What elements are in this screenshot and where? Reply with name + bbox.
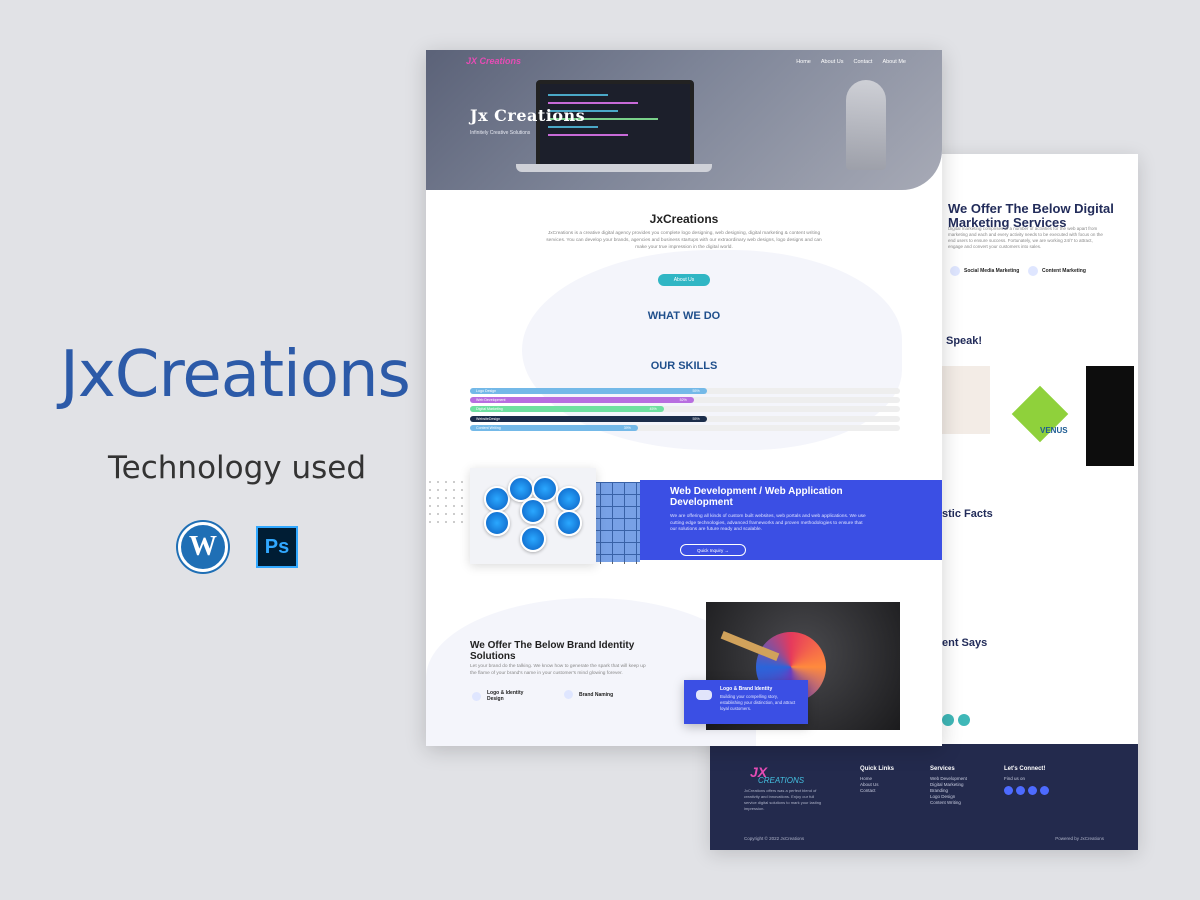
skill-percent: 39% xyxy=(623,425,631,430)
skill-fill xyxy=(470,388,707,394)
linkedin-icon[interactable] xyxy=(1040,786,1049,795)
section-fragment-facts: stic Facts xyxy=(942,508,993,520)
client-venus-label: VENUS xyxy=(1040,426,1068,435)
logo-card-text: Building your compelling story, establis… xyxy=(720,694,796,711)
hero-banner: JX Creations Home About Us Contact About… xyxy=(426,50,942,190)
hex-icon xyxy=(484,486,510,512)
social-icons xyxy=(942,714,970,726)
brand-naming-icon xyxy=(564,690,573,699)
footer-social-icons xyxy=(1004,786,1049,795)
skill-percent: 55% xyxy=(692,416,700,421)
brand-identity-text: Let your brand do the talking. We know h… xyxy=(470,664,646,676)
logo-card-title: Logo & Brand Identity xyxy=(720,686,773,692)
skill-name: Logo Design xyxy=(476,389,497,393)
footer-description: JxCreations offers was a perfect blend o… xyxy=(744,788,822,811)
what-we-do-heading: WHAT WE DO xyxy=(647,310,721,322)
twitter-icon[interactable] xyxy=(1016,786,1025,795)
brand-identity-title: We Offer The Below Brand Identity Soluti… xyxy=(470,640,635,662)
content-icon xyxy=(1028,266,1038,276)
logo-design-icon xyxy=(472,691,481,701)
hex-icon xyxy=(556,486,582,512)
skill-name: Digital Marketing xyxy=(476,407,503,412)
hex-icon xyxy=(484,510,510,536)
web-development-card: Web Development / Web Application Develo… xyxy=(640,480,942,560)
intro-title: JxCreations xyxy=(649,212,719,226)
skill-bar: Digital Marketing 45% xyxy=(470,406,900,413)
skill-name: WebsiteDesign xyxy=(476,416,501,421)
service-content-marketing: Content Marketing xyxy=(1028,266,1086,276)
photoshop-icon: Ps xyxy=(256,526,298,568)
about-us-button[interactable]: About Us xyxy=(658,274,710,286)
service-social-media: Social Media Marketing xyxy=(950,266,1019,276)
footer-connect: Let's Connect! Find us on xyxy=(1004,766,1046,781)
intro-text: JxCreations is a creative digital agency… xyxy=(546,231,822,250)
skill-bar: WebsiteDesign 55% xyxy=(470,415,900,422)
facebook-icon[interactable] xyxy=(1004,786,1013,795)
dot-pattern xyxy=(426,478,466,528)
web-development-title: Web Development / Web Application Develo… xyxy=(670,486,843,508)
hex-icon xyxy=(556,510,582,536)
nav-about-me[interactable]: About Me xyxy=(882,59,906,65)
footer-copyright: Copyright © 2022 JxCreations xyxy=(744,836,805,841)
skill-percent: 55% xyxy=(692,389,700,393)
site-logo[interactable]: JX Creations xyxy=(466,56,521,66)
lamp-image xyxy=(846,80,886,170)
showcase-subtitle: Technology used xyxy=(108,450,367,486)
main-nav: Home About Us Contact About Me xyxy=(796,59,906,65)
footer-service-content[interactable]: Content Writing xyxy=(930,800,967,806)
skill-bar: Content Writing 39% xyxy=(470,424,900,431)
brand-item-naming: Brand Naming xyxy=(564,690,613,699)
github-icon[interactable] xyxy=(942,714,954,726)
our-skills-heading: OUR SKILLS xyxy=(650,360,718,372)
hex-icon xyxy=(520,498,546,524)
client-logo-3 xyxy=(1086,366,1134,466)
tech-hex-image xyxy=(470,468,596,564)
skill-name: Content Writing xyxy=(476,425,501,430)
whatsapp-icon[interactable] xyxy=(958,714,970,726)
nav-contact[interactable]: Contact xyxy=(853,59,872,65)
footer-link-contact[interactable]: Contact xyxy=(860,788,894,794)
hero-title: Jx Creations xyxy=(470,106,586,125)
hex-icon xyxy=(520,526,546,552)
nav-home[interactable]: Home xyxy=(796,59,811,65)
skill-name: Web Development xyxy=(476,398,506,403)
logo-card-icon xyxy=(696,690,712,700)
footer-quick-links: Quick Links Home About Us Contact xyxy=(860,766,895,794)
digital-services-text: Digital marketing comprises of a number … xyxy=(948,226,1103,249)
skill-bar: Logo Design 55% xyxy=(470,388,900,394)
skill-percent: 52% xyxy=(679,398,687,403)
hero-subtitle: Infinitely Creative Solutions xyxy=(470,130,531,136)
tech-icons: W Ps xyxy=(178,522,298,572)
section-fragment-speak: Speak! xyxy=(946,335,983,347)
skill-percent: 45% xyxy=(649,407,657,412)
web-development-text: We are offering all kinds of custom buil… xyxy=(670,514,866,532)
showcase-title: JxCreations xyxy=(60,338,411,412)
skills-list: Logo Design 55% Web Development 52% Digita… xyxy=(470,388,900,434)
quick-inquiry-button[interactable]: Quick Inquiry → xyxy=(680,544,746,556)
skill-fill xyxy=(470,415,707,422)
client-logo-1 xyxy=(940,366,990,434)
front-page-screenshot: JX Creations Home About Us Contact About… xyxy=(426,50,942,746)
footer-powered: Powered by JxCreations xyxy=(1055,836,1104,841)
nav-about-us[interactable]: About Us xyxy=(821,59,844,65)
logo-brand-identity-card: Logo & Brand Identity Building your comp… xyxy=(684,680,808,724)
laptop-image xyxy=(516,80,716,180)
footer-services: Services Web Development Digital Marketi… xyxy=(930,766,967,806)
circuit-blue-overlay xyxy=(594,482,640,562)
instagram-icon[interactable] xyxy=(1028,786,1037,795)
site-footer: JX CREATIONS JxCreations offers was a pe… xyxy=(710,744,1138,850)
social-icon xyxy=(950,266,960,276)
arrow-right-icon: → xyxy=(723,547,730,553)
wordpress-icon: W xyxy=(178,522,228,572)
section-fragment-says: ent Says xyxy=(942,637,988,649)
brand-item-logo: Logo & Identity Design xyxy=(472,690,533,702)
footer-logo-sub: CREATIONS xyxy=(758,776,805,785)
skill-bar: Web Development 52% xyxy=(470,397,900,404)
